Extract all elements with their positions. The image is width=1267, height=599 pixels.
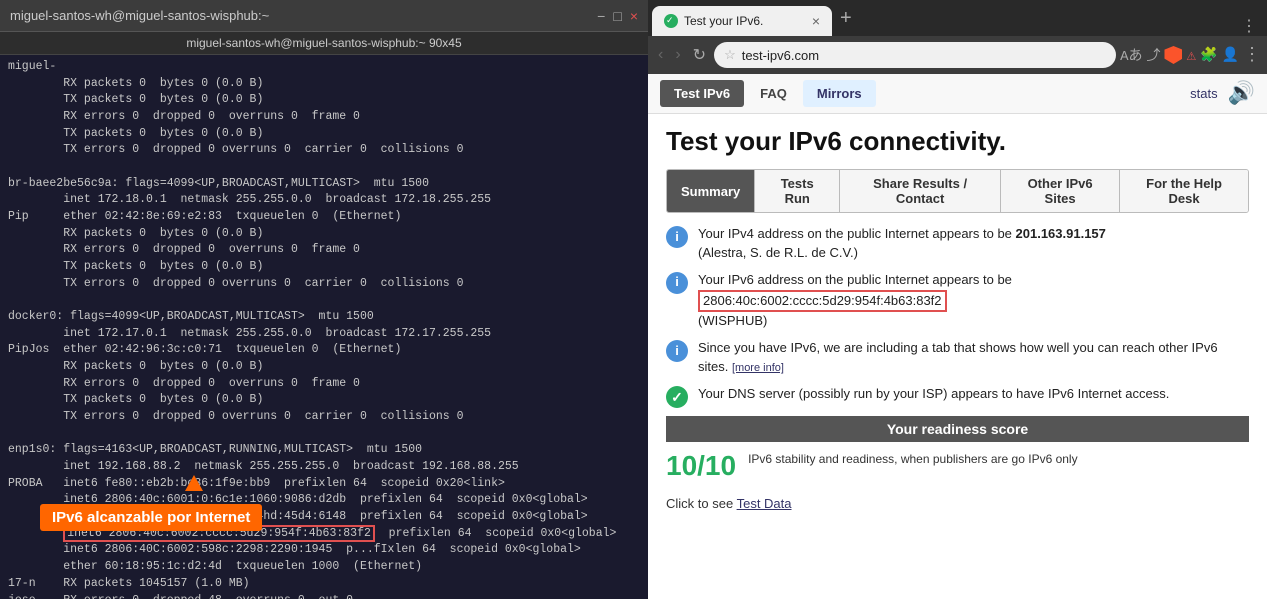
more-info-link[interactable]: [more info] (732, 362, 784, 374)
browser-menu-icon[interactable]: ⋮ (1241, 16, 1257, 36)
readiness-header: Your readiness score (666, 416, 1249, 442)
ipv6-info-text: Your IPv6 address on the public Internet… (698, 271, 1012, 332)
site-nav: Test IPv6 FAQ Mirrors stats 🔊 (648, 74, 1267, 114)
terminal-controls: − □ × (597, 8, 638, 24)
page-translate-icon[interactable]: 🔊 (1228, 81, 1255, 107)
dns-info-icon: ✓ (666, 386, 688, 408)
site-nav-test-ipv6[interactable]: Test IPv6 (660, 80, 744, 107)
tab-help-desk[interactable]: For the Help Desk (1120, 170, 1248, 212)
readiness-score-display: 10/10 (666, 446, 736, 486)
bookmark-icon: ☆ (724, 47, 736, 63)
tab-other-ipv6-sites[interactable]: Other IPv6 Sites (1001, 170, 1120, 212)
back-button[interactable]: ‹ (654, 46, 667, 64)
tab-tests-run[interactable]: Tests Run (755, 170, 840, 212)
minimize-button[interactable]: − (597, 8, 605, 24)
annotation-arrow (185, 475, 203, 491)
ipv6-tab-info-text: Since you have IPv6, we are including a … (698, 339, 1249, 377)
new-tab-button[interactable]: + (832, 7, 860, 30)
url-text: test-ipv6.com (742, 48, 819, 63)
site-nav-faq[interactable]: FAQ (746, 80, 801, 107)
ipv6-annotation-label: IPv6 alcanzable por Internet (40, 504, 262, 531)
nav-icons-right: Aあ ⤴ ⚠ 🧩 👤 ⋮ (1120, 44, 1261, 66)
dns-info-text: Your DNS server (possibly run by your IS… (698, 385, 1169, 404)
page-heading: Test your IPv6 connectivity. (666, 126, 1249, 157)
site-nav-mirrors[interactable]: Mirrors (803, 80, 876, 107)
tab-title: Test your IPv6. (684, 14, 763, 28)
score-value: 10/10 (666, 450, 736, 482)
terminal-body: miguel- RX packets 0 bytes 0 (0.0 B) TX … (0, 55, 648, 599)
share-icon[interactable]: ⤴ (1146, 45, 1160, 65)
browser-navbar: ‹ › ↻ ☆ test-ipv6.com Aあ ⤴ ⚠ 🧩 👤 ⋮ (648, 36, 1267, 74)
close-button[interactable]: × (630, 8, 638, 24)
tab-favicon (664, 14, 678, 28)
test-data-link[interactable]: Test Data (737, 496, 792, 511)
translate-icon[interactable]: Aあ (1120, 45, 1142, 65)
extensions-icon[interactable]: 🧩 (1200, 47, 1217, 64)
address-bar[interactable]: ☆ test-ipv6.com (714, 42, 1116, 68)
result-tabs-bar: Summary Tests Run Share Results / Contac… (666, 169, 1249, 213)
terminal-titlebar: miguel-santos-wh@miguel-santos-wisphub:~… (0, 0, 648, 32)
site-nav-stats[interactable]: stats (1190, 86, 1217, 101)
tab-bar: Test your IPv6. × + ⋮ (648, 0, 1267, 36)
terminal-title: miguel-santos-wh@miguel-santos-wisphub:~ (10, 8, 269, 23)
profile-icon[interactable]: 👤 (1222, 47, 1239, 64)
terminal-panel: miguel-santos-wh@miguel-santos-wisphub:~… (0, 0, 648, 599)
ipv4-info-text: Your IPv4 address on the public Internet… (698, 225, 1106, 263)
test-data-section: Click to see Test Data (666, 496, 1249, 511)
ipv4-info-row: i Your IPv4 address on the public Intern… (666, 225, 1249, 263)
brave-shield-icon[interactable] (1164, 46, 1182, 64)
webpage: Test IPv6 FAQ Mirrors stats 🔊 Test your … (648, 74, 1267, 599)
test-data-label: Click to see (666, 496, 733, 511)
page-content: Test your IPv6 connectivity. Summary Tes… (648, 114, 1267, 599)
tab-close-button[interactable]: × (812, 13, 820, 29)
browser-chrome: Test your IPv6. × + ⋮ ‹ › ↻ ☆ test-ipv6.… (648, 0, 1267, 74)
readiness-row: 10/10 IPv6 stability and readiness, when… (666, 442, 1249, 490)
ipv6-info-icon: i (666, 272, 688, 294)
tab-summary[interactable]: Summary (667, 170, 755, 212)
ipv6-tab-info-row: i Since you have IPv6, we are including … (666, 339, 1249, 377)
browser-settings-icon[interactable]: ⋮ (1243, 44, 1261, 66)
ipv6-tab-info-icon: i (666, 340, 688, 362)
forward-button[interactable]: › (671, 46, 684, 64)
ipv4-info-icon: i (666, 226, 688, 248)
ipv6-info-row: i Your IPv6 address on the public Intern… (666, 271, 1249, 332)
dns-info-row: ✓ Your DNS server (possibly run by your … (666, 385, 1249, 408)
ipv6-address-highlighted: 2806:40c:6002:cccc:5d29:954f:4b63:83f2 (698, 290, 947, 313)
readiness-section: Your readiness score 10/10 IPv6 stabilit… (666, 416, 1249, 490)
browser-panel: Test your IPv6. × + ⋮ ‹ › ↻ ☆ test-ipv6.… (648, 0, 1267, 599)
refresh-button[interactable]: ↻ (689, 45, 710, 65)
maximize-button[interactable]: □ (613, 8, 621, 24)
warning-icon: ⚠ (1186, 45, 1196, 65)
info-rows: i Your IPv4 address on the public Intern… (666, 225, 1249, 408)
tab-share-results[interactable]: Share Results / Contact (840, 170, 1001, 212)
terminal-subtitle: miguel-santos-wh@miguel-santos-wisphub:~… (0, 32, 648, 55)
readiness-description: IPv6 stability and readiness, when publi… (748, 452, 1078, 466)
browser-tab-active[interactable]: Test your IPv6. × (652, 6, 832, 36)
